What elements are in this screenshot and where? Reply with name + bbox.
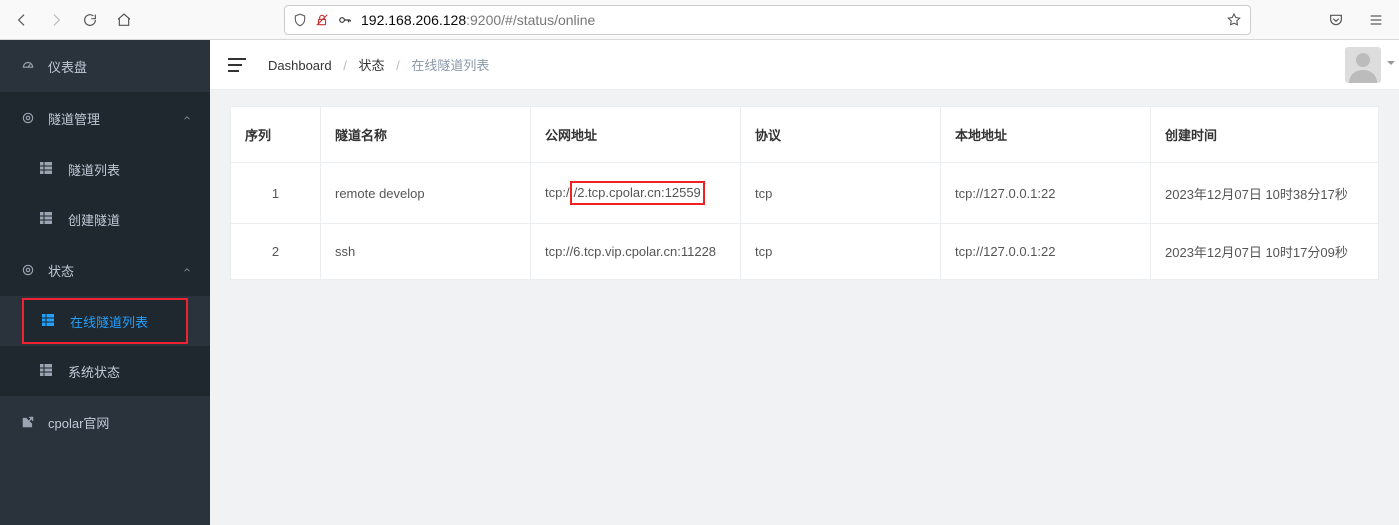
sidebar-item-label: 创建隧道 <box>68 210 120 229</box>
cell-proto: tcp <box>741 163 941 224</box>
sidebar-sub-system-status[interactable]: 系统状态 <box>0 346 210 396</box>
target-icon <box>20 110 36 126</box>
url-bar[interactable]: 192.168.206.128:9200/#/status/online <box>284 5 1251 35</box>
sidebar-sub-tunnel-list[interactable]: 隧道列表 <box>0 144 210 194</box>
back-button[interactable] <box>8 6 36 34</box>
breadcrumb-root[interactable]: Dashboard <box>268 58 332 73</box>
cell-name: remote develop <box>321 163 531 224</box>
sidebar-item-cpolar-site[interactable]: cpolar官网 <box>0 396 210 448</box>
sidebar-toggle-icon[interactable] <box>228 58 246 72</box>
cell-public: tcp://2.tcp.cpolar.cn:12559 <box>531 163 741 224</box>
sidebar-item-label: 隧道列表 <box>68 160 120 179</box>
table-row: 2 ssh tcp://6.tcp.vip.cpolar.cn:11228 tc… <box>231 224 1379 280</box>
tunnel-table: 序列 隧道名称 公网地址 协议 本地地址 创建时间 1 remote devel… <box>230 106 1379 280</box>
topbar: Dashboard / 状态 / 在线隧道列表 <box>210 40 1399 90</box>
breadcrumb-parent[interactable]: 状态 <box>358 58 384 73</box>
breadcrumb: Dashboard / 状态 / 在线隧道列表 <box>268 55 489 74</box>
th-public: 公网地址 <box>531 107 741 163</box>
sidebar-item-label: 仪表盘 <box>48 57 87 76</box>
sidebar-item-label: 隧道管理 <box>48 109 100 128</box>
highlighted-public-address: /2.tcp.cpolar.cn:12559 <box>570 181 705 205</box>
sidebar-item-label: 在线隧道列表 <box>70 312 148 331</box>
th-name: 隧道名称 <box>321 107 531 163</box>
cell-seq: 1 <box>231 163 321 224</box>
external-link-icon <box>20 414 36 430</box>
cell-proto: tcp <box>741 224 941 280</box>
cell-seq: 2 <box>231 224 321 280</box>
bookmark-star-icon[interactable] <box>1226 12 1242 28</box>
sidebar-item-status[interactable]: 状态 <box>0 244 210 296</box>
grid-icon <box>42 314 56 328</box>
cell-local: tcp://127.0.0.1:22 <box>941 224 1151 280</box>
app-menu-icon[interactable] <box>1361 6 1391 34</box>
th-created: 创建时间 <box>1151 107 1379 163</box>
grid-icon <box>40 212 54 226</box>
reload-button[interactable] <box>76 6 104 34</box>
pocket-icon[interactable] <box>1321 6 1351 34</box>
table-row: 1 remote develop tcp://2.tcp.cpolar.cn:1… <box>231 163 1379 224</box>
target-icon <box>20 262 36 278</box>
sidebar: 仪表盘 隧道管理 隧道列表 创建隧道 状态 在线隧道列表 系统状态 <box>0 40 210 525</box>
user-avatar[interactable] <box>1345 47 1381 83</box>
grid-icon <box>40 364 54 378</box>
cell-created: 2023年12月07日 10时38分17秒 <box>1151 163 1379 224</box>
sidebar-item-label: 状态 <box>48 261 74 280</box>
breadcrumb-current: 在线隧道列表 <box>411 58 489 73</box>
th-seq: 序列 <box>231 107 321 163</box>
main-area: Dashboard / 状态 / 在线隧道列表 序列 隧道名称 公网地址 协议 <box>210 40 1399 525</box>
sidebar-item-label: 系统状态 <box>68 362 120 381</box>
content: 序列 隧道名称 公网地址 协议 本地地址 创建时间 1 remote devel… <box>210 90 1399 296</box>
caret-down-icon <box>1387 61 1395 69</box>
cell-public: tcp://6.tcp.vip.cpolar.cn:11228 <box>531 224 741 280</box>
sidebar-item-label: cpolar官网 <box>48 413 109 432</box>
chevron-up-icon <box>182 111 192 126</box>
gauge-icon <box>20 58 36 74</box>
key-icon <box>337 13 353 27</box>
cell-local: tcp://127.0.0.1:22 <box>941 163 1151 224</box>
browser-toolbar: 192.168.206.128:9200/#/status/online <box>0 0 1399 40</box>
lock-strike-icon <box>315 13 329 27</box>
sidebar-sub-online-list[interactable]: 在线隧道列表 <box>22 298 188 344</box>
sidebar-item-dashboard[interactable]: 仪表盘 <box>0 40 210 92</box>
home-button[interactable] <box>110 6 138 34</box>
chevron-up-icon <box>182 263 192 278</box>
forward-button[interactable] <box>42 6 70 34</box>
sidebar-sub-tunnel-create[interactable]: 创建隧道 <box>0 194 210 244</box>
url-text: 192.168.206.128:9200/#/status/online <box>361 12 1218 28</box>
shield-icon <box>293 13 307 27</box>
cell-created: 2023年12月07日 10时17分09秒 <box>1151 224 1379 280</box>
cell-name: ssh <box>321 224 531 280</box>
table-header-row: 序列 隧道名称 公网地址 协议 本地地址 创建时间 <box>231 107 1379 163</box>
th-local: 本地地址 <box>941 107 1151 163</box>
sidebar-item-tunnel-mgmt[interactable]: 隧道管理 <box>0 92 210 144</box>
grid-icon <box>40 162 54 176</box>
th-proto: 协议 <box>741 107 941 163</box>
